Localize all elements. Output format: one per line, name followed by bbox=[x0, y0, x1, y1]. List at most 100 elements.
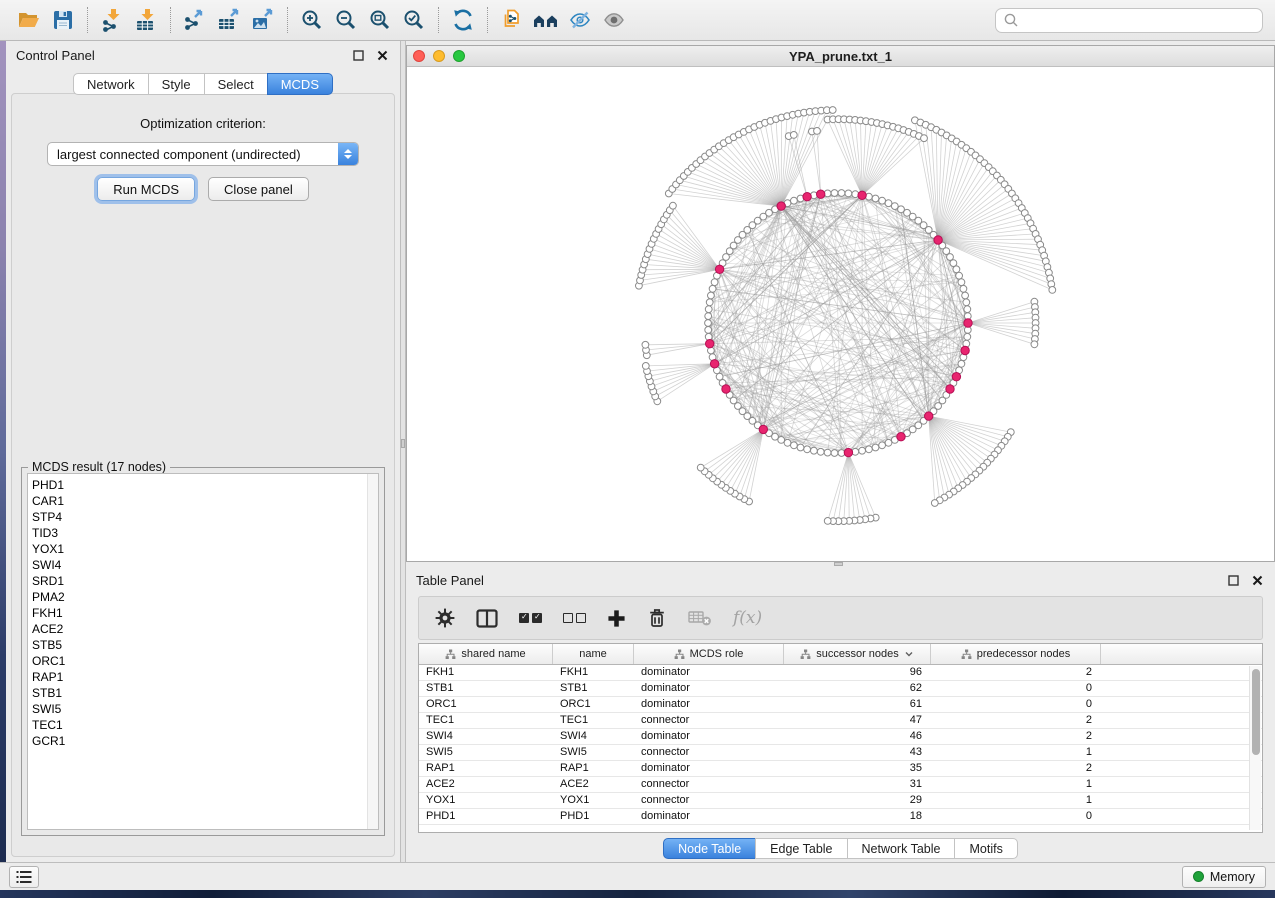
table-cell[interactable]: dominator bbox=[634, 729, 784, 744]
network-node[interactable] bbox=[817, 448, 824, 455]
network-node[interactable] bbox=[838, 190, 845, 197]
table-cell[interactable]: SWI4 bbox=[553, 729, 634, 744]
table-cell[interactable]: 35 bbox=[784, 761, 931, 776]
mcds-node[interactable] bbox=[817, 190, 825, 198]
mcds-node[interactable] bbox=[759, 425, 767, 433]
export-network-button[interactable] bbox=[178, 4, 212, 36]
table-cell[interactable]: 43 bbox=[784, 745, 931, 760]
table-cell[interactable]: dominator bbox=[634, 809, 784, 824]
network-canvas[interactable] bbox=[407, 67, 1274, 561]
zoom-selected-button[interactable] bbox=[397, 4, 431, 36]
mcds-node[interactable] bbox=[803, 193, 811, 201]
mcds-node[interactable] bbox=[858, 191, 866, 199]
network-node[interactable] bbox=[885, 200, 892, 207]
mcds-result-item[interactable]: STP4 bbox=[28, 509, 378, 525]
mcds-node[interactable] bbox=[706, 340, 714, 348]
table-cell[interactable]: 0 bbox=[931, 697, 1101, 712]
table-cell[interactable]: TEC1 bbox=[553, 713, 634, 728]
mcds-result-item[interactable]: ACE2 bbox=[28, 621, 378, 637]
network-node[interactable] bbox=[716, 373, 723, 380]
network-node[interactable] bbox=[964, 306, 971, 313]
function-builder-button[interactable]: f(x) bbox=[733, 608, 762, 628]
mcds-node[interactable] bbox=[961, 346, 969, 354]
network-node[interactable] bbox=[964, 333, 971, 340]
table-cell[interactable]: dominator bbox=[634, 681, 784, 696]
table-cell[interactable]: PHD1 bbox=[419, 809, 553, 824]
network-node[interactable] bbox=[845, 190, 852, 197]
table-row[interactable]: SWI4SWI4dominator462 bbox=[419, 729, 1262, 745]
tab-select[interactable]: Select bbox=[204, 73, 268, 95]
network-node[interactable] bbox=[891, 203, 898, 210]
mcds-node[interactable] bbox=[722, 385, 730, 393]
clone-network-button[interactable] bbox=[495, 4, 529, 36]
network-node[interactable] bbox=[705, 327, 712, 334]
table-row[interactable]: STB1STB1dominator620 bbox=[419, 681, 1262, 697]
network-node[interactable] bbox=[1049, 287, 1056, 294]
table-cell[interactable]: 46 bbox=[784, 729, 931, 744]
delete-column-button[interactable] bbox=[647, 608, 667, 628]
delete-table-button[interactable] bbox=[688, 609, 712, 627]
mcds-node[interactable] bbox=[946, 385, 954, 393]
table-row[interactable]: FKH1FKH1dominator962 bbox=[419, 665, 1262, 681]
network-node[interactable] bbox=[778, 437, 785, 444]
network-node[interactable] bbox=[708, 292, 715, 299]
mcds-result-item[interactable]: YOX1 bbox=[28, 541, 378, 557]
mcds-node[interactable] bbox=[710, 360, 718, 368]
table-cell[interactable]: 18 bbox=[784, 809, 931, 824]
open-session-button[interactable] bbox=[12, 4, 46, 36]
table-cell[interactable]: FKH1 bbox=[419, 665, 553, 680]
table-cell[interactable]: connector bbox=[634, 745, 784, 760]
run-mcds-button[interactable]: Run MCDS bbox=[97, 177, 195, 201]
zoom-out-button[interactable] bbox=[329, 4, 363, 36]
network-node[interactable] bbox=[872, 195, 879, 202]
zoom-in-button[interactable] bbox=[295, 4, 329, 36]
tab-style[interactable]: Style bbox=[148, 73, 205, 95]
network-node[interactable] bbox=[705, 320, 712, 327]
network-node[interactable] bbox=[791, 442, 798, 449]
table-cell[interactable]: ACE2 bbox=[419, 777, 553, 792]
memory-button[interactable]: Memory bbox=[1182, 866, 1266, 888]
mcds-result-item[interactable]: STB1 bbox=[28, 685, 378, 701]
network-node[interactable] bbox=[705, 313, 712, 320]
close-panel-button[interactable] bbox=[374, 47, 390, 63]
column-visibility-button[interactable] bbox=[476, 609, 498, 628]
network-node[interactable] bbox=[824, 518, 831, 525]
search-input[interactable] bbox=[1024, 13, 1255, 28]
add-column-button[interactable] bbox=[607, 609, 626, 628]
table-cell[interactable]: PHD1 bbox=[553, 809, 634, 824]
network-node[interactable] bbox=[697, 464, 704, 471]
float-table-panel-button[interactable] bbox=[1225, 572, 1241, 588]
network-node[interactable] bbox=[859, 447, 866, 454]
network-node[interactable] bbox=[706, 299, 713, 306]
network-node[interactable] bbox=[642, 341, 649, 348]
table-cell[interactable]: 1 bbox=[931, 793, 1101, 808]
network-node[interactable] bbox=[804, 446, 811, 453]
network-node[interactable] bbox=[953, 266, 960, 273]
mcds-result-item[interactable]: PMA2 bbox=[28, 589, 378, 605]
table-cell[interactable]: 1 bbox=[931, 745, 1101, 760]
table-cell[interactable]: 0 bbox=[931, 681, 1101, 696]
table-cell[interactable]: ORC1 bbox=[419, 697, 553, 712]
refresh-view-button[interactable] bbox=[446, 4, 480, 36]
table-cell[interactable]: FKH1 bbox=[553, 665, 634, 680]
table-cell[interactable]: 2 bbox=[931, 665, 1101, 680]
table-cell[interactable]: dominator bbox=[634, 761, 784, 776]
mcds-node[interactable] bbox=[844, 448, 852, 456]
mcds-result-item[interactable]: FKH1 bbox=[28, 605, 378, 621]
network-node[interactable] bbox=[784, 439, 791, 446]
network-node[interactable] bbox=[879, 442, 886, 449]
tab-node-table[interactable]: Node Table bbox=[663, 838, 756, 859]
mcds-result-item[interactable]: TEC1 bbox=[28, 717, 378, 733]
close-table-panel-button[interactable] bbox=[1249, 572, 1265, 588]
table-cell[interactable]: dominator bbox=[634, 665, 784, 680]
table-scrollbar[interactable] bbox=[1249, 666, 1261, 830]
network-node[interactable] bbox=[931, 500, 938, 507]
network-node[interactable] bbox=[797, 444, 804, 451]
mcds-result-item[interactable]: TID3 bbox=[28, 525, 378, 541]
table-cell[interactable]: TEC1 bbox=[419, 713, 553, 728]
network-node[interactable] bbox=[831, 190, 838, 197]
network-node[interactable] bbox=[790, 132, 797, 139]
save-session-button[interactable] bbox=[46, 4, 80, 36]
mcds-result-item[interactable]: SRD1 bbox=[28, 573, 378, 589]
table-row[interactable]: PHD1PHD1dominator180 bbox=[419, 809, 1262, 825]
